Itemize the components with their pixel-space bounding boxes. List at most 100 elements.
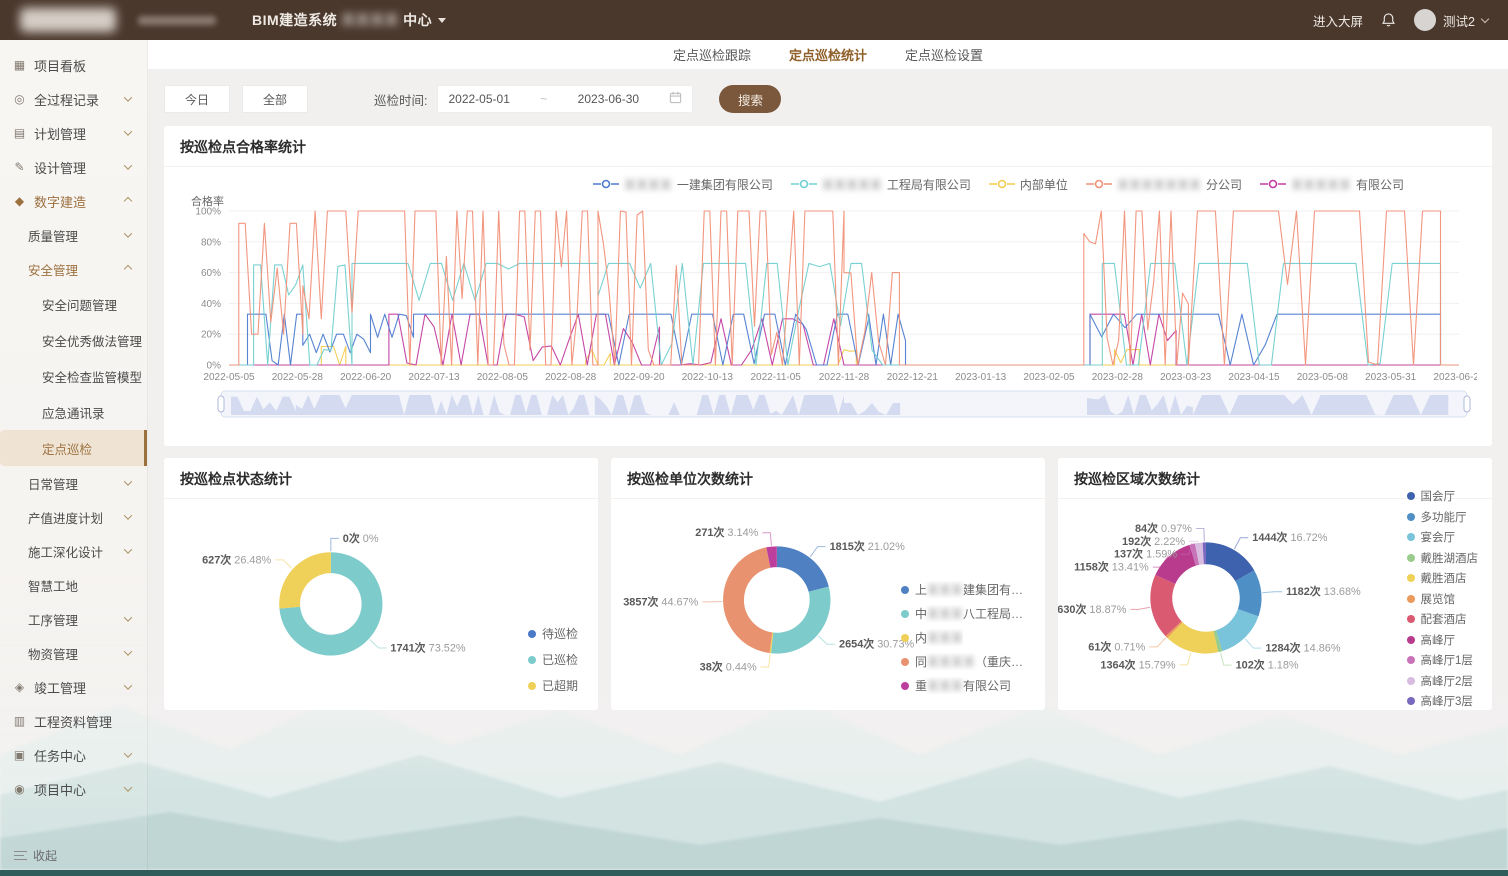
app-title-suffix: 中心 <box>403 10 432 30</box>
donut-legend-item-2[interactable]: 已超期 <box>528 677 578 694</box>
sidebar-item-label: 计划管理 <box>34 124 86 143</box>
tab-0[interactable]: 定点巡检跟踪 <box>673 45 751 64</box>
donut-legend-item-2[interactable]: 宴会厅 <box>1407 529 1479 545</box>
donut-slice-2[interactable] <box>279 552 331 608</box>
donut-label: 102次 1.18% <box>1236 658 1299 672</box>
quick-filter-today-button[interactable]: 今日 <box>164 85 230 113</box>
sidebar-item-19[interactable]: ▥工程资料管理 <box>0 704 147 738</box>
pass-rate-line-chart[interactable]: 0%20%40%60%80%100%合格率2022-05-052022-05-2… <box>179 193 1477 443</box>
donut-legend-item-7[interactable]: 高峰厅 <box>1407 632 1479 648</box>
donut-slice-0[interactable] <box>777 546 829 591</box>
sidebar-item-11[interactable]: 定点巡检 <box>0 430 147 466</box>
donut-legend-item-10[interactable]: 高峰厅3层 <box>1407 693 1479 709</box>
donut-legend-item-1[interactable]: 已巡检 <box>528 651 578 668</box>
legend-name: 分公司 <box>1206 176 1242 193</box>
donut-slice-2[interactable] <box>1216 609 1259 651</box>
donut-legend-item-3[interactable]: 同某某某某（重庆）… <box>901 653 1033 670</box>
app-window: BIM建造系统 某某某某 中心 进入大屏 测试2 ▦项目看板◎全过程记录▤计划管… <box>0 0 1508 876</box>
sidebar-item-20[interactable]: ▣任务中心 <box>0 738 147 772</box>
sidebar-item-8[interactable]: 安全优秀做法管理 <box>0 322 147 358</box>
datazoom-right-handle[interactable] <box>1464 396 1470 412</box>
sidebar-item-3[interactable]: ✎设计管理 <box>0 150 147 184</box>
search-button[interactable]: 搜索 <box>719 85 781 113</box>
sidebar-item-9[interactable]: 安全检查监管模型 <box>0 358 147 394</box>
sidebar-item-label: 应急通讯录 <box>42 403 105 422</box>
donut-label-leader <box>1221 653 1232 665</box>
donut-legend-item-0[interactable]: 国会厅 <box>1407 488 1479 504</box>
donut-legend-item-1[interactable]: 多功能厅 <box>1407 509 1479 525</box>
sidebar-item-label: 质量管理 <box>28 226 78 245</box>
sidebar-item-6[interactable]: 安全管理 <box>0 252 147 286</box>
area-count-legend: 国会厅多功能厅宴会厅戴胜湖酒店戴胜酒店展览馆配套酒店高峰厅高峰厅1层高峰厅2层高… <box>1407 488 1479 709</box>
chevron-down-icon <box>124 229 132 237</box>
svg-text:2022-07-13: 2022-07-13 <box>408 372 460 383</box>
line-chart-legend: 某某某某一建集团有限公司 某某某某某工程局有限公司 内部单位 某某某某某某某分公司 某某… <box>164 167 1492 193</box>
sidebar-item-10[interactable]: 应急通讯录 <box>0 394 147 430</box>
sidebar-item-0[interactable]: ▦项目看板 <box>0 48 147 82</box>
legend-label: 已巡检 <box>542 651 578 668</box>
date-range-picker[interactable]: 2022-05-01 ~ 2023-06-30 <box>437 85 693 113</box>
quick-filter-all-button[interactable]: 全部 <box>242 85 308 113</box>
donut-legend-item-3[interactable]: 戴胜湖酒店 <box>1407 550 1479 566</box>
sidebar-item-1[interactable]: ◎全过程记录 <box>0 82 147 116</box>
legend-dot-icon <box>528 656 536 664</box>
footer-strip <box>0 870 1508 876</box>
sidebar-item-12[interactable]: 日常管理 <box>0 466 147 500</box>
digital-build-icon: ◆ <box>12 194 27 208</box>
donut-legend-item-2[interactable]: 内某某某 <box>901 629 1033 646</box>
line-legend-item-3[interactable]: 某某某某某某某分公司 <box>1086 176 1242 193</box>
legend-dot-icon <box>901 586 909 594</box>
dashboard-icon: ▦ <box>12 58 27 72</box>
datazoom-left-handle[interactable] <box>218 396 224 412</box>
sidebar-item-13[interactable]: 产值进度计划 <box>0 500 147 534</box>
tab-2[interactable]: 定点巡检设置 <box>905 45 983 64</box>
donut-legend-item-6[interactable]: 配套酒店 <box>1407 611 1479 627</box>
donut-legend-item-4[interactable]: 戴胜酒店 <box>1407 570 1479 586</box>
svg-text:2023-02-28: 2023-02-28 <box>1092 372 1144 383</box>
legend-label: 中某某某八工程局有… <box>915 605 1033 622</box>
legend-dot-icon <box>901 610 909 618</box>
svg-text:2022-12-21: 2022-12-21 <box>887 372 939 383</box>
legend-label: 高峰厅2层 <box>1421 673 1473 689</box>
sidebar-item-21[interactable]: ◉项目中心 <box>0 772 147 806</box>
donut-legend-item-8[interactable]: 高峰厅1层 <box>1407 652 1479 668</box>
sidebar-item-16[interactable]: 工序管理 <box>0 602 147 636</box>
sidebar-item-15[interactable]: 智慧工地 <box>0 568 147 602</box>
donut-legend-item-0[interactable]: 待巡检 <box>528 625 578 642</box>
donut-legend-item-0[interactable]: 上某某某建集团有限… <box>901 581 1033 598</box>
line-legend-item-0[interactable]: 某某某某一建集团有限公司 <box>593 176 773 193</box>
sidebar-item-2[interactable]: ▤计划管理 <box>0 116 147 150</box>
sidebar-item-4[interactable]: ◆数字建造 <box>0 184 147 218</box>
date-end-value[interactable]: 2023-06-30 <box>578 92 639 106</box>
sidebar-item-label: 安全优秀做法管理 <box>42 331 142 350</box>
sidebar-item-17[interactable]: 物资管理 <box>0 636 147 670</box>
user-menu[interactable]: 测试2 <box>1414 9 1488 31</box>
svg-text:0%: 0% <box>207 361 222 372</box>
tab-1[interactable]: 定点巡检统计 <box>789 45 867 64</box>
app-title-dropdown[interactable]: BIM建造系统 某某某某 中心 <box>252 10 446 30</box>
donut-legend-item-4[interactable]: 重某某某有限公司 <box>901 677 1033 694</box>
svg-text:2022-05-05: 2022-05-05 <box>203 372 255 383</box>
sidebar-item-18[interactable]: ◈竣工管理 <box>0 670 147 704</box>
sidebar-item-label: 任务中心 <box>34 746 86 765</box>
svg-text:40%: 40% <box>201 299 221 310</box>
enter-big-screen-link[interactable]: 进入大屏 <box>1313 11 1363 30</box>
project-center-icon: ◉ <box>12 782 27 796</box>
sidebar-item-14[interactable]: 施工深化设计 <box>0 534 147 568</box>
collapse-sidebar-button[interactable]: 收起 <box>14 847 57 864</box>
donut-legend-item-5[interactable]: 展览馆 <box>1407 591 1479 607</box>
sidebar-item-5[interactable]: 质量管理 <box>0 218 147 252</box>
datazoom-slider[interactable] <box>218 391 1470 417</box>
donut-legend-item-9[interactable]: 高峰厅2层 <box>1407 673 1479 689</box>
donut-slice-1[interactable] <box>771 587 830 654</box>
date-start-value[interactable]: 2022-05-01 <box>448 92 509 106</box>
donut-slice-3[interactable] <box>723 547 772 653</box>
donut-legend-item-1[interactable]: 中某某某八工程局有… <box>901 605 1033 622</box>
sidebar-item-7[interactable]: 安全问题管理 <box>0 286 147 322</box>
notification-bell-icon[interactable] <box>1381 12 1396 28</box>
line-legend-item-4[interactable]: 某某某某某有限公司 <box>1260 176 1404 193</box>
line-legend-item-2[interactable]: 内部单位 <box>989 176 1068 193</box>
filter-bar: 今日 全部 巡检时间: 2022-05-01 ~ 2023-06-30 搜索 <box>164 84 1492 114</box>
legend-dot-icon <box>1407 595 1415 603</box>
line-legend-item-1[interactable]: 某某某某某工程局有限公司 <box>791 176 971 193</box>
